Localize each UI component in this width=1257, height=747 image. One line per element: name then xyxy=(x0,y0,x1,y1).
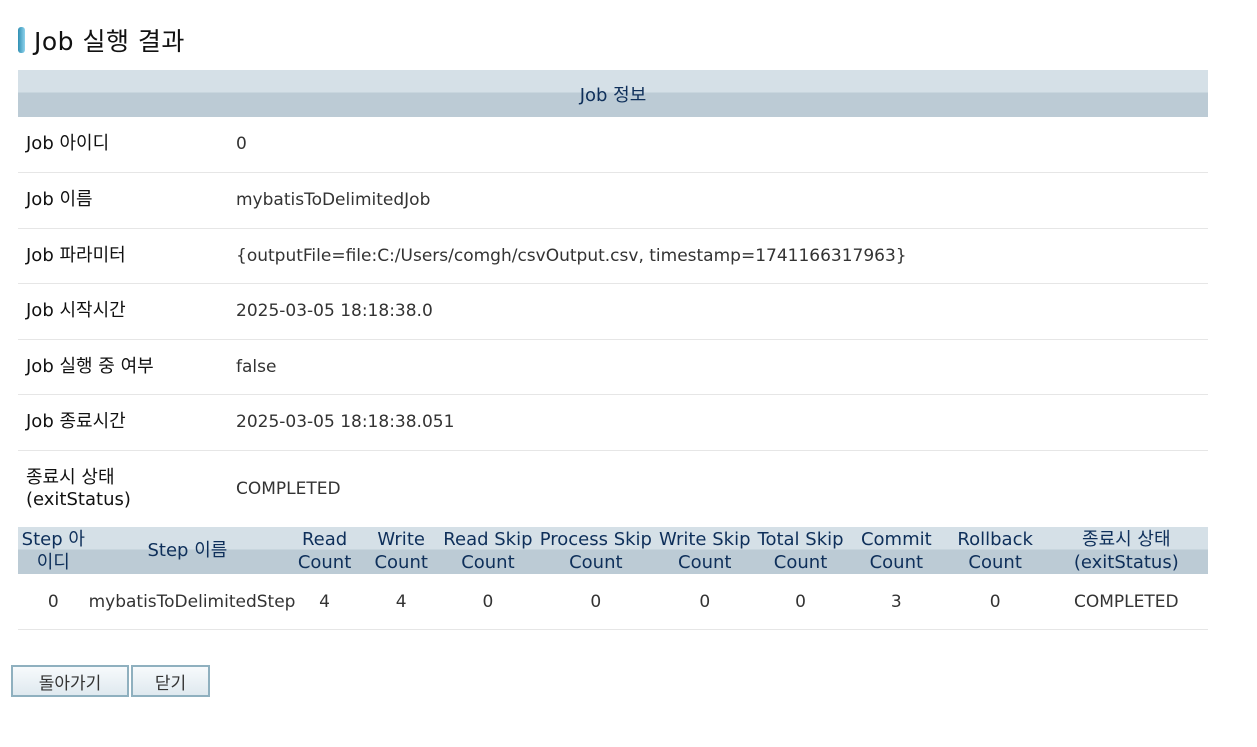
job-running-value: false xyxy=(236,339,1208,395)
job-info-row: Job 시작시간 2025-03-05 18:18:38.0 xyxy=(18,283,1208,340)
step-name-cell: mybatisToDelimitedStep xyxy=(88,574,295,630)
job-name-value: mybatisToDelimitedJob xyxy=(236,172,1208,229)
col-step-id: Step 아 이디 xyxy=(18,527,89,574)
rollback-count-cell: 0 xyxy=(945,574,1045,630)
job-info-row: Job 이름 mybatisToDelimitedJob xyxy=(18,172,1208,229)
page-title: Job 실행 결과 xyxy=(34,27,185,56)
write-count-cell: 4 xyxy=(362,574,440,630)
process-skip-count-cell: 0 xyxy=(536,574,656,630)
read-skip-count-cell: 0 xyxy=(439,574,537,630)
col-read-count: Read Count xyxy=(286,527,363,574)
total-skip-count-cell: 0 xyxy=(754,574,847,630)
close-button[interactable]: 닫기 xyxy=(131,665,210,697)
job-end-time-label: Job 종료시간 xyxy=(18,394,236,451)
job-result-page: Job 실행 결과 Job 정보 Job 아이디 0 Job 이름 mybati… xyxy=(0,0,1257,747)
step-table-header-row: Step 아 이디 Step 이름 Read Count Write Count Re… xyxy=(18,527,1208,574)
col-write-skip-count: Write Skip Count xyxy=(655,527,755,574)
action-buttons: 돌아가기 닫기 xyxy=(11,665,210,697)
read-count-cell: 4 xyxy=(286,574,363,630)
col-commit-count: Commit Count xyxy=(846,527,946,574)
step-id-cell: 0 xyxy=(18,574,89,630)
job-id-label: Job 아이디 xyxy=(18,117,236,173)
exit-status-cell: COMPLETED xyxy=(1044,574,1208,630)
table-row: 0 mybatisToDelimitedStep 4 4 0 0 0 0 3 0… xyxy=(18,574,1208,630)
col-total-skip-count: Total Skip Count xyxy=(754,527,847,574)
job-exit-status-label: 종료시 상태 (exitStatus) xyxy=(18,450,236,528)
job-name-label: Job 이름 xyxy=(18,172,236,229)
write-skip-count-cell: 0 xyxy=(655,574,755,630)
col-write-count: Write Count xyxy=(362,527,440,574)
job-info-header: Job 정보 xyxy=(18,70,1208,117)
job-params-value: {outputFile=file:C:/Users/comgh/csvOutpu… xyxy=(236,228,1208,284)
job-running-label: Job 실행 중 여부 xyxy=(18,339,236,395)
col-exit-status: 종료시 상태 (exitStatus) xyxy=(1044,527,1208,574)
job-info-row: Job 실행 중 여부 false xyxy=(18,339,1208,395)
step-table: Step 아 이디 Step 이름 Read Count Write Count Re… xyxy=(18,527,1208,630)
back-button[interactable]: 돌아가기 xyxy=(11,665,129,697)
job-info-row: 종료시 상태 (exitStatus) COMPLETED xyxy=(18,450,1208,528)
job-start-time-value: 2025-03-05 18:18:38.0 xyxy=(236,283,1208,340)
col-process-skip-count: Process Skip Count xyxy=(536,527,656,574)
job-info-table: Job 아이디 0 Job 이름 mybatisToDelimitedJob J… xyxy=(18,117,1208,528)
job-end-time-value: 2025-03-05 18:18:38.051 xyxy=(236,394,1208,451)
title-bullet-icon xyxy=(18,27,25,53)
job-info-row: Job 파라미터 {outputFile=file:C:/Users/comgh… xyxy=(18,228,1208,284)
job-id-value: 0 xyxy=(236,117,1208,173)
job-info-row: Job 종료시간 2025-03-05 18:18:38.051 xyxy=(18,394,1208,451)
exit-status-label-line1: 종료시 상태 xyxy=(26,466,115,488)
col-read-skip-count: Read Skip Count xyxy=(439,527,537,574)
job-info-row: Job 아이디 0 xyxy=(18,117,1208,173)
page-title-bar: Job 실행 결과 xyxy=(18,22,185,58)
exit-status-label-line2: (exitStatus) xyxy=(26,488,131,510)
col-rollback-count: Rollback Count xyxy=(945,527,1045,574)
job-exit-status-value: COMPLETED xyxy=(236,450,1208,528)
job-params-label: Job 파라미터 xyxy=(18,228,236,284)
job-start-time-label: Job 시작시간 xyxy=(18,283,236,340)
col-step-name: Step 이름 xyxy=(88,527,287,574)
commit-count-cell: 3 xyxy=(846,574,946,630)
